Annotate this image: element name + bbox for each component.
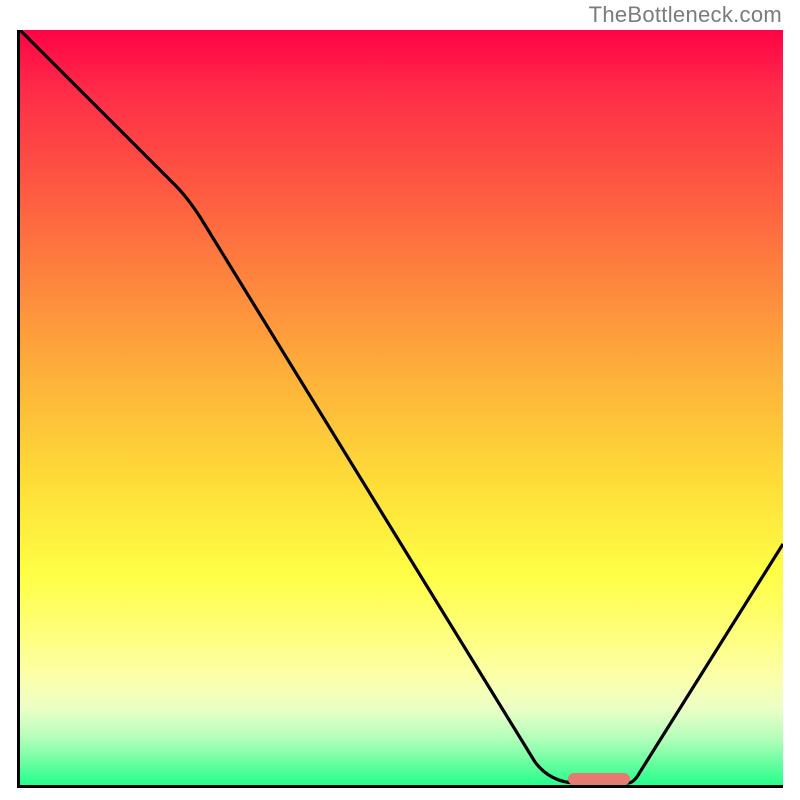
watermark-text: TheBottleneck.com [589, 2, 782, 28]
bottleneck-chart: TheBottleneck.com [0, 0, 800, 800]
plot-area [17, 30, 783, 788]
curve-svg [20, 30, 783, 785]
bottleneck-curve [20, 30, 783, 783]
optimal-marker [568, 773, 630, 785]
